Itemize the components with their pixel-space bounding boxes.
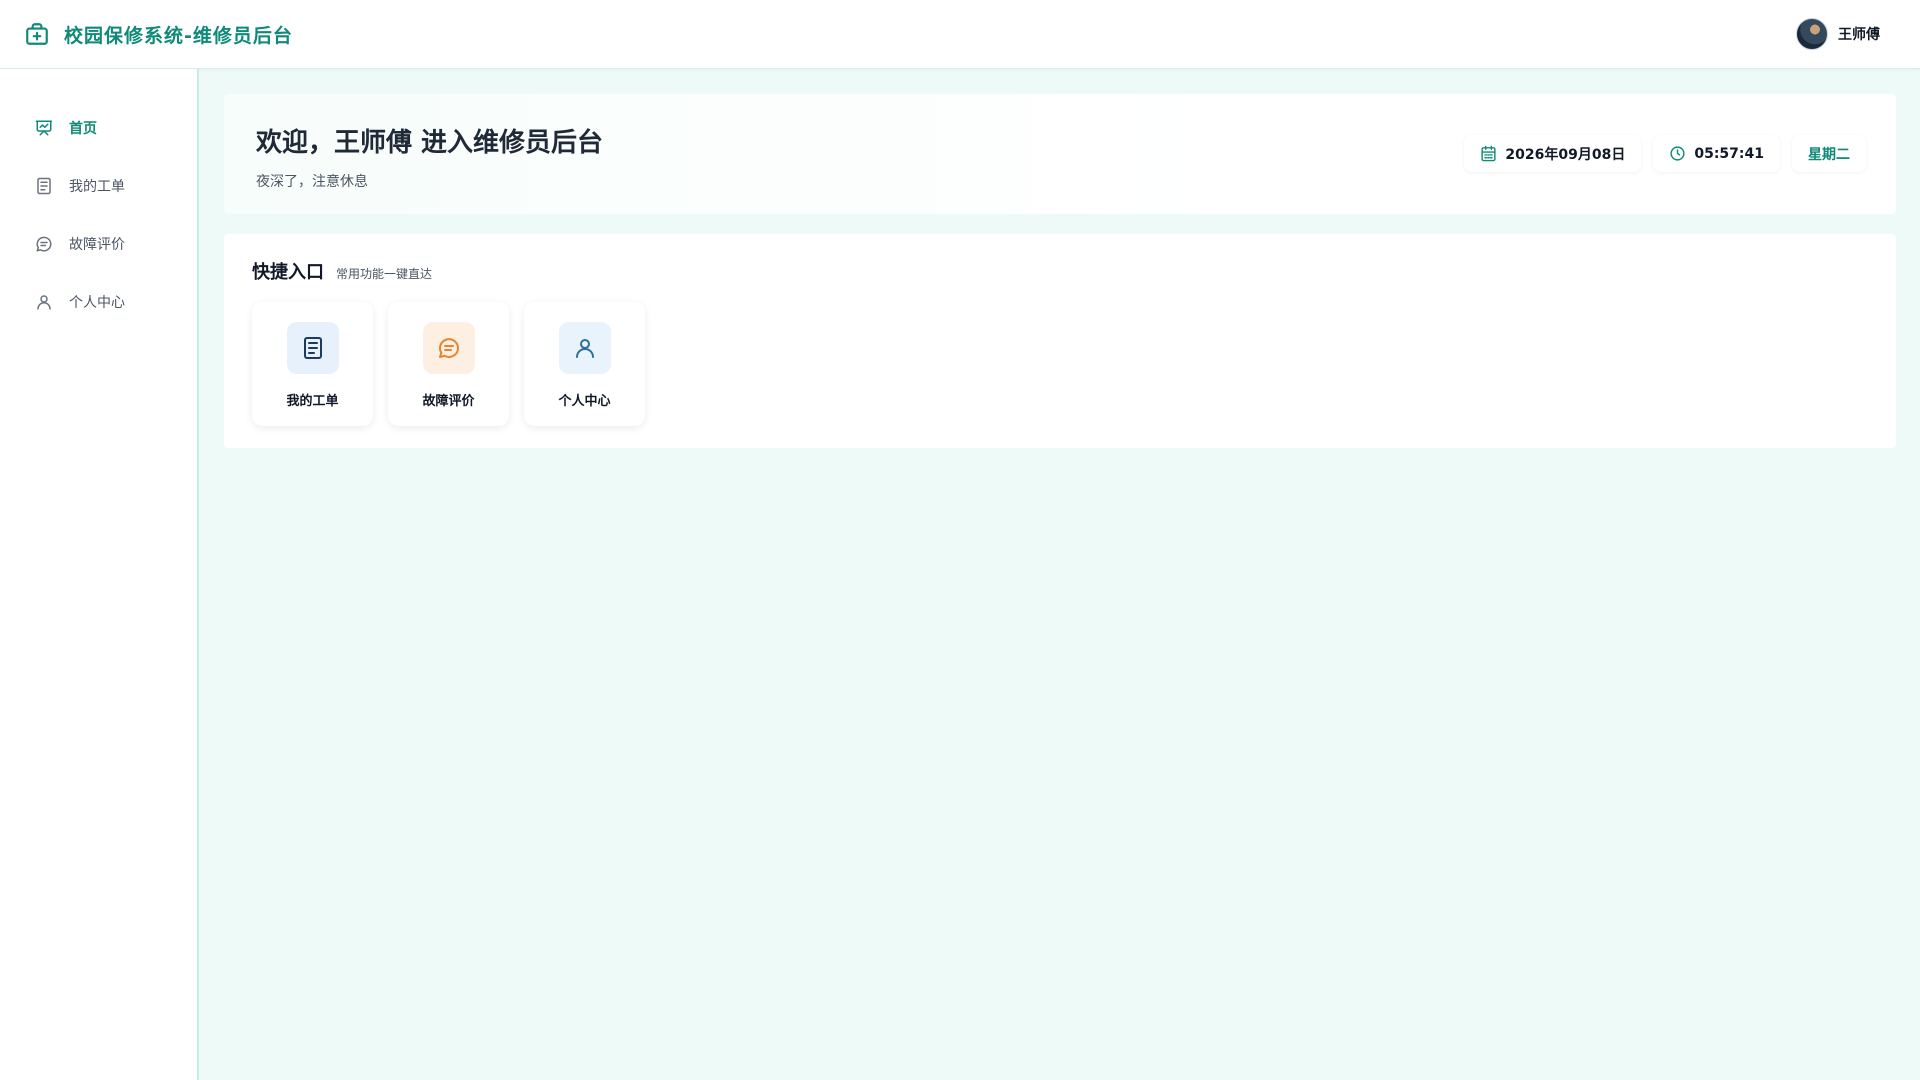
date-chip: 2026年09月08日 [1464,135,1642,172]
presentation-icon [35,119,53,137]
quick-access-subtitle: 常用功能一键直达 [336,267,433,281]
document-icon [35,177,53,195]
sidebar-item-label: 故障评价 [69,237,125,253]
sidebar-item-label: 我的工单 [69,179,125,195]
sidebar-item-fault-review[interactable]: 故障评价 [0,215,197,273]
user-menu[interactable]: 王师傅 [1796,18,1880,50]
welcome-subtitle: 夜深了，注意休息 [256,174,368,190]
quick-access-title: 快捷入口 [252,262,324,283]
sidebar-item-work-orders[interactable]: 我的工单 [0,157,197,215]
chat-icon [422,322,475,374]
medical-kit-icon [24,21,50,47]
chat-icon [35,235,53,253]
user-icon [558,322,611,374]
sidebar: 首页 我的工单 故障评价 个人中心 [0,69,199,1080]
time-chip: 05:57:41 [1653,135,1780,172]
quick-access-header: 快捷入口 常用功能一键直达 [252,258,1868,284]
brand[interactable]: 校园保修系统-维修员后台 [24,21,293,48]
sidebar-item-home[interactable]: 首页 [0,99,197,157]
quick-card-label: 个人中心 [558,394,611,409]
sidebar-item-label: 个人中心 [69,295,125,311]
quick-card-profile[interactable]: 个人中心 [524,302,645,426]
user-icon [35,293,53,311]
quick-card-fault-review[interactable]: 故障评价 [388,302,509,426]
date-text: 2026年09月08日 [1505,146,1626,163]
quick-card-work-orders[interactable]: 我的工单 [252,302,373,426]
time-text: 05:57:41 [1694,145,1764,162]
quick-access-panel: 快捷入口 常用功能一键直达 我的工单 故障评价 个人中心 [224,234,1896,448]
app-title: 校园保修系统-维修员后台 [64,24,293,47]
quick-access-cards: 我的工单 故障评价 个人中心 [252,302,1868,426]
quick-card-label: 我的工单 [286,394,339,409]
document-icon [286,322,339,374]
user-name: 王师傅 [1838,27,1880,43]
weekday-text: 星期二 [1808,146,1850,163]
quick-card-label: 故障评价 [422,394,475,409]
weekday-chip: 星期二 [1792,135,1866,172]
welcome-panel: 欢迎，王师傅 进入维修员后台 夜深了，注意休息 2026年09月08日 05:5… [224,94,1896,214]
calendar-icon [1480,145,1497,162]
top-header: 校园保修系统-维修员后台 王师傅 [0,0,1920,69]
date-time-chips: 2026年09月08日 05:57:41 星期二 [1464,135,1866,172]
sidebar-item-profile[interactable]: 个人中心 [0,273,197,331]
sidebar-item-label: 首页 [69,121,97,137]
clock-icon [1669,145,1686,162]
avatar[interactable] [1796,18,1828,50]
